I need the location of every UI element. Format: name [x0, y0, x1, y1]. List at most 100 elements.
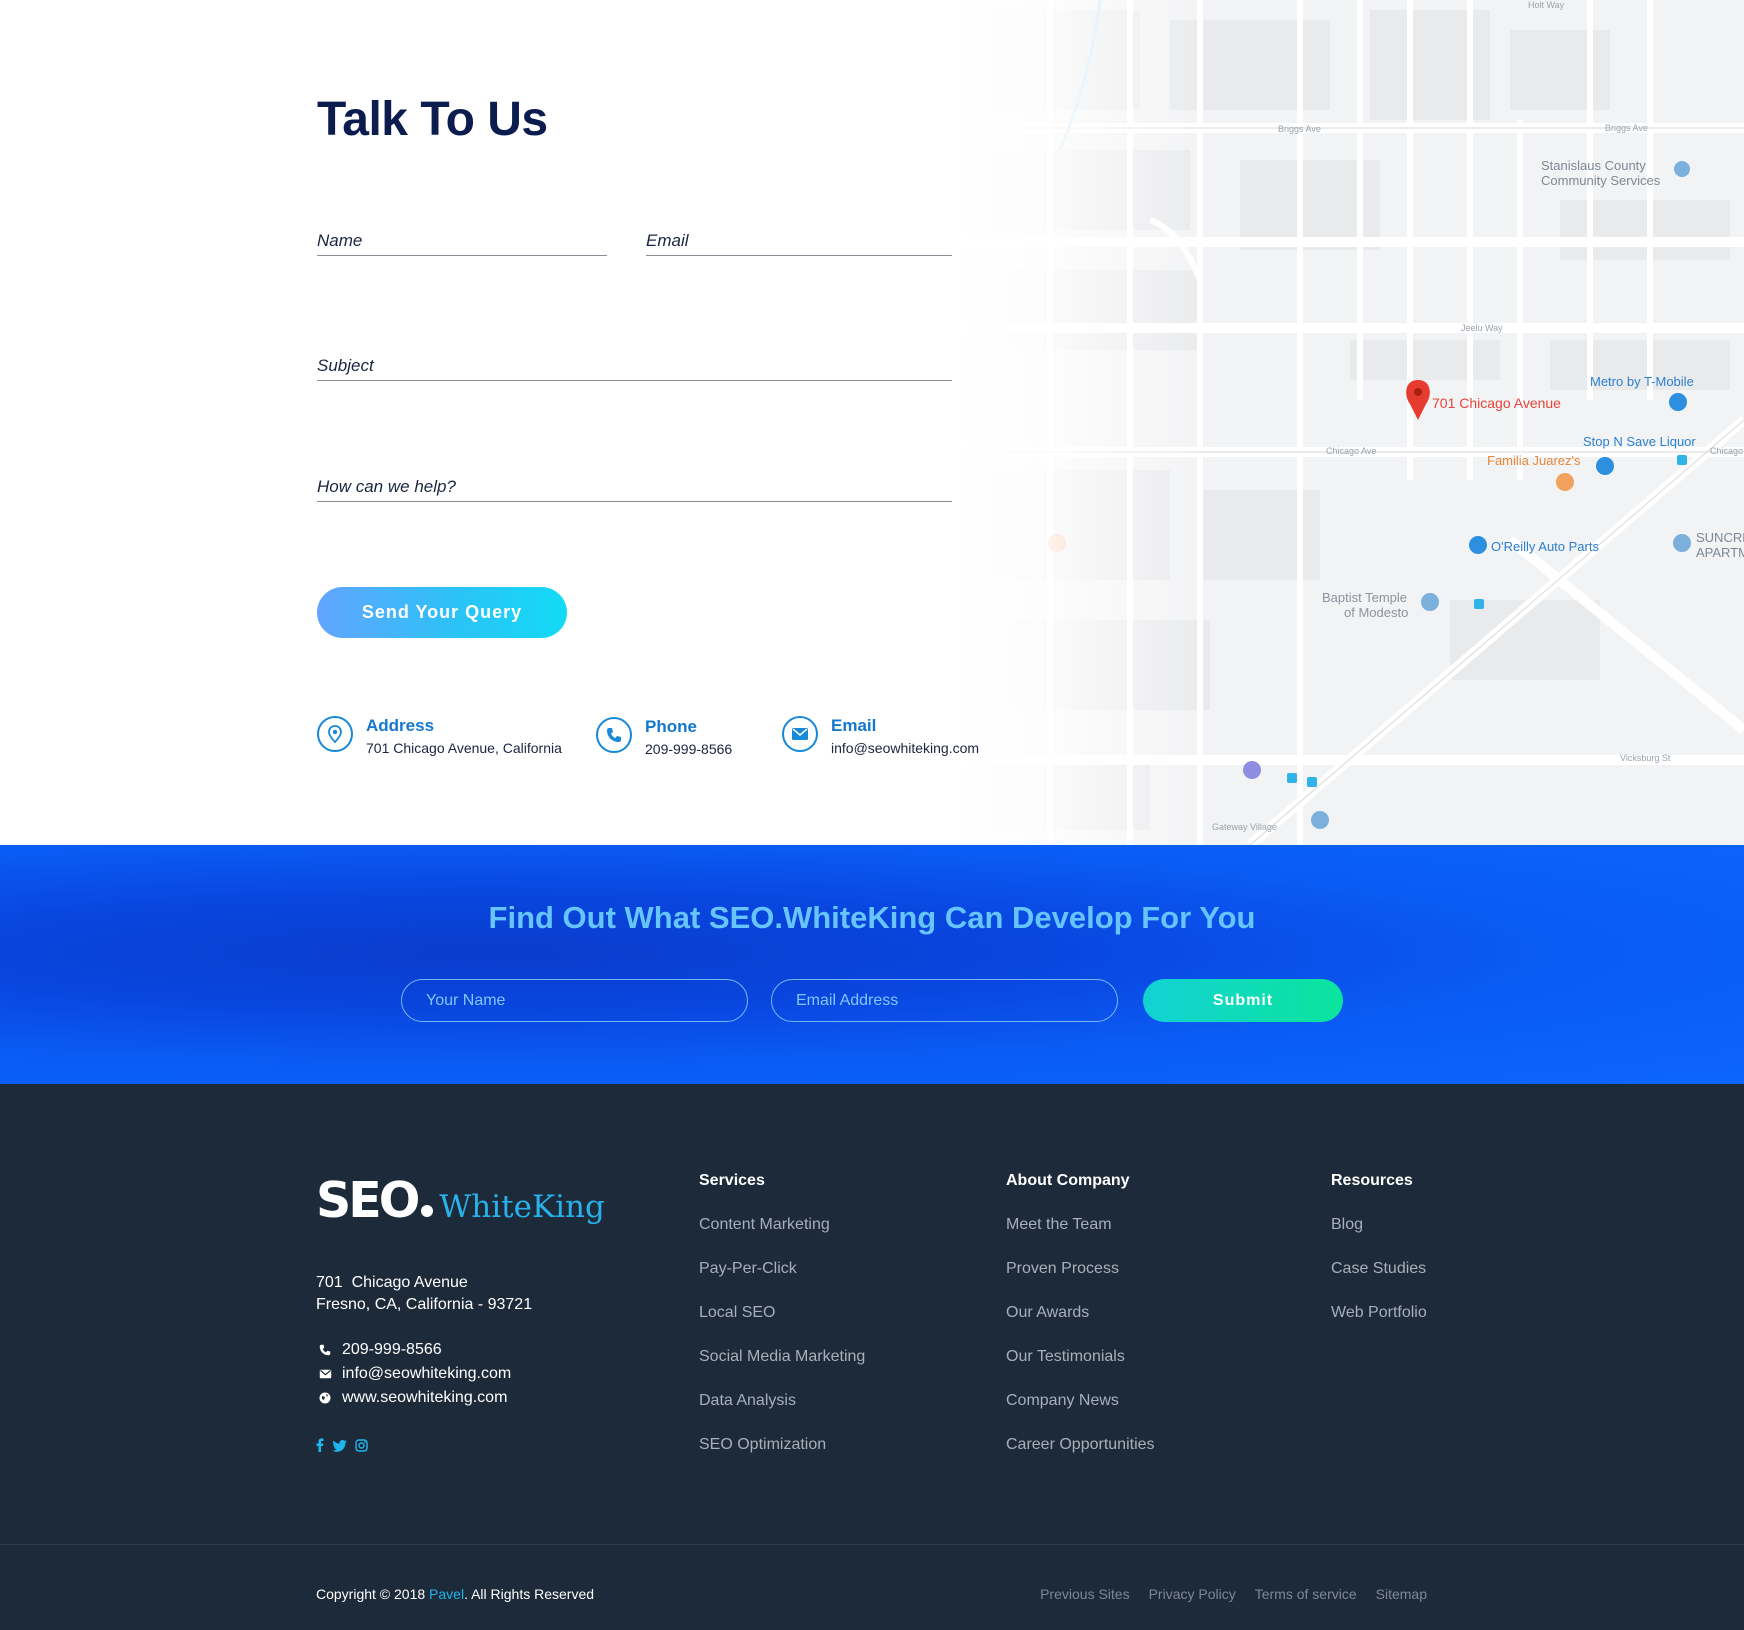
footer-link-our-awards[interactable]: Our Awards: [1006, 1303, 1155, 1347]
svg-text:Community Services: Community Services: [1541, 173, 1661, 188]
phone-info: Phone 209-999-8566: [596, 717, 732, 759]
logo[interactable]: SEO WhiteKing: [316, 1172, 605, 1229]
globe-icon: [316, 1392, 334, 1404]
bottom-link-terms-of-service[interactable]: Terms of service: [1255, 1586, 1357, 1602]
footer-link-career-opportunities[interactable]: Career Opportunities: [1006, 1435, 1155, 1479]
bottom-links: Previous Sites Privacy Policy Terms of s…: [1040, 1586, 1427, 1602]
footer-link-pay-per-click[interactable]: Pay-Per-Click: [699, 1259, 865, 1303]
svg-text:Stanislaus County: Stanislaus County: [1541, 158, 1646, 173]
svg-text:Briggs Ave: Briggs Ave: [1278, 124, 1321, 134]
footer-link-social-media-marketing[interactable]: Social Media Marketing: [699, 1347, 865, 1391]
name-field-label: Name: [317, 231, 363, 250]
message-field-label: How can we help?: [317, 477, 456, 496]
subject-field[interactable]: Subject: [317, 347, 952, 381]
logo-seo-text: SEO: [316, 1172, 420, 1229]
twitter-icon[interactable]: [332, 1439, 347, 1457]
footer-link-data-analysis[interactable]: Data Analysis: [699, 1391, 865, 1435]
footer-phone: 209-999-8566: [316, 1341, 442, 1359]
footer-link-content-marketing[interactable]: Content Marketing: [699, 1215, 865, 1259]
svg-text:SUNCRE: SUNCRE: [1696, 530, 1744, 545]
services-heading: Services: [699, 1172, 765, 1189]
resources-column: Resources Blog Case Studies Web Portfoli…: [1331, 1172, 1427, 1347]
contact-section: 701 Chicago Avenue Stanislaus County Com…: [0, 0, 1744, 845]
address-label: Address: [366, 716, 435, 735]
services-column: Services Content Marketing Pay-Per-Click…: [699, 1172, 865, 1479]
subject-field-label: Subject: [317, 356, 374, 375]
about-heading: About Company: [1006, 1172, 1130, 1189]
copyright-author-link[interactable]: Pavel: [429, 1586, 464, 1602]
envelope-icon: [782, 716, 818, 752]
svg-text:Briggs Ave: Briggs Ave: [1605, 123, 1648, 133]
email-label: Email: [831, 716, 877, 735]
facebook-icon[interactable]: [316, 1438, 324, 1457]
footer-link-proven-process[interactable]: Proven Process: [1006, 1259, 1155, 1303]
footer-email[interactable]: info@seowhiteking.com: [316, 1365, 511, 1383]
footer-link-company-news[interactable]: Company News: [1006, 1391, 1155, 1435]
envelope-icon: [316, 1369, 334, 1379]
footer-address-line2: Fresno, CA, California - 93721: [316, 1296, 533, 1313]
instagram-icon[interactable]: [355, 1438, 368, 1457]
cta-title: Find Out What SEO.WhiteKing Can Develop …: [488, 900, 1256, 935]
cta-email-input[interactable]: Email Address: [771, 979, 1118, 1022]
footer-link-case-studies[interactable]: Case Studies: [1331, 1259, 1427, 1303]
phone-value: 209-999-8566: [645, 741, 733, 757]
address-value: 701 Chicago Avenue, California: [366, 740, 562, 756]
svg-text:Gateway Village: Gateway Village: [1212, 822, 1277, 832]
footer-link-meet-the-team[interactable]: Meet the Team: [1006, 1215, 1155, 1259]
about-column: About Company Meet the Team Proven Proce…: [1006, 1172, 1155, 1479]
bottom-link-sitemap[interactable]: Sitemap: [1376, 1586, 1427, 1602]
map-fade-overlay: [950, 0, 1210, 845]
footer-email-text: info@seowhiteking.com: [342, 1365, 512, 1382]
footer-link-our-testimonials[interactable]: Our Testimonials: [1006, 1347, 1155, 1391]
svg-text:APARTM: APARTM: [1696, 545, 1744, 560]
svg-text:Stop N Save Liquor: Stop N Save Liquor: [1583, 434, 1696, 449]
send-query-button[interactable]: Send Your Query: [317, 587, 567, 638]
svg-text:of Modesto: of Modesto: [1344, 605, 1408, 620]
address-info: Address 701 Chicago Avenue, California: [317, 716, 562, 758]
email-field-label: Email: [646, 231, 689, 250]
svg-text:Baptist Temple: Baptist Temple: [1322, 590, 1407, 605]
svg-text:Chicago Ave: Chicago Ave: [1326, 446, 1376, 456]
resources-heading: Resources: [1331, 1172, 1413, 1189]
footer-website[interactable]: www.seowhiteking.com: [316, 1389, 507, 1407]
svg-text:O'Reilly Auto Parts: O'Reilly Auto Parts: [1491, 539, 1599, 554]
copyright: Copyright © 2018 Pavel. All Rights Reser…: [316, 1586, 594, 1602]
svg-text:Holt Way: Holt Way: [1528, 0, 1565, 10]
svg-text:Vicksburg St: Vicksburg St: [1620, 753, 1671, 763]
logo-dot: [421, 1205, 434, 1217]
copyright-prefix: Copyright © 2018: [316, 1586, 430, 1602]
page-title: Talk To Us: [317, 93, 548, 146]
cta-name-input[interactable]: Your Name: [401, 979, 748, 1022]
phone-icon: [316, 1344, 334, 1356]
footer-link-blog[interactable]: Blog: [1331, 1215, 1427, 1259]
logo-whiteking-text: WhiteKing: [439, 1189, 605, 1225]
footer: SEO WhiteKing 701 Chicago Avenue Fresno,…: [0, 1084, 1744, 1630]
svg-text:Jeelu Way: Jeelu Way: [1461, 323, 1503, 333]
email-value[interactable]: info@seowhiteking.com: [831, 738, 979, 758]
phone-icon: [596, 717, 632, 753]
footer-address: 701 Chicago Avenue Fresno, CA, Californi…: [316, 1272, 532, 1316]
copyright-suffix: . All Rights Reserved: [464, 1586, 595, 1602]
name-field[interactable]: Name: [317, 222, 607, 256]
footer-link-web-portfolio[interactable]: Web Portfolio: [1331, 1303, 1427, 1347]
footer-website-text: www.seowhiteking.com: [342, 1389, 508, 1406]
social-links: [316, 1438, 368, 1457]
svg-text:Chicago Ave: Chicago Ave: [1710, 446, 1744, 456]
svg-text:Metro by T-Mobile: Metro by T-Mobile: [1590, 374, 1694, 389]
footer-link-local-seo[interactable]: Local SEO: [699, 1303, 865, 1347]
cta-submit-button[interactable]: Submit: [1143, 979, 1343, 1022]
svg-text:Familia Juarez's: Familia Juarez's: [1487, 453, 1581, 468]
phone-label: Phone: [645, 717, 697, 736]
bottom-link-privacy-policy[interactable]: Privacy Policy: [1149, 1586, 1236, 1602]
email-info: Email info@seowhiteking.com: [782, 716, 979, 758]
location-pin-icon: [317, 716, 353, 752]
bottom-link-previous-sites[interactable]: Previous Sites: [1040, 1586, 1129, 1602]
footer-divider: [0, 1544, 1744, 1545]
email-field[interactable]: Email: [646, 222, 952, 256]
footer-address-line1: 701 Chicago Avenue: [316, 1274, 468, 1291]
cta-band: Find Out What SEO.WhiteKing Can Develop …: [0, 845, 1744, 1084]
svg-text:701 Chicago Avenue: 701 Chicago Avenue: [1432, 395, 1561, 411]
footer-phone-text: 209-999-8566: [342, 1341, 442, 1358]
footer-link-seo-optimization[interactable]: SEO Optimization: [699, 1435, 865, 1479]
message-field[interactable]: How can we help?: [317, 468, 952, 502]
